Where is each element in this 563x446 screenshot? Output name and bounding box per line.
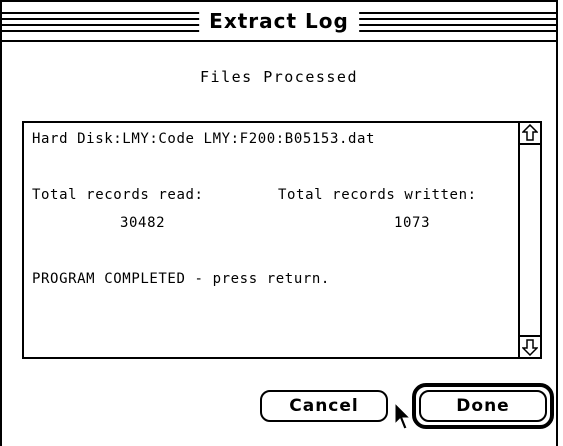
log-text-area[interactable]: Hard Disk:LMY:Code LMY:F200:B05153.dat T…	[22, 121, 542, 359]
up-arrow-icon	[522, 124, 538, 141]
title-bar[interactable]: Extract Log	[2, 0, 556, 42]
done-button[interactable]: Done	[419, 390, 547, 422]
file-path-text: Hard Disk:LMY:Code LMY:F200:B05153.dat	[32, 131, 376, 147]
records-written-value: 1073	[394, 215, 431, 231]
window-title: Extract Log	[199, 2, 359, 40]
cancel-button[interactable]: Cancel	[260, 390, 388, 422]
vertical-scrollbar[interactable]	[518, 123, 540, 357]
records-read-label: Total records read:	[32, 187, 204, 203]
records-written-label: Total records written:	[278, 187, 477, 203]
scroll-up-button[interactable]	[520, 123, 540, 145]
log-content: Hard Disk:LMY:Code LMY:F200:B05153.dat T…	[24, 123, 516, 357]
records-read-value: 30482	[120, 215, 166, 231]
mouse-pointer-icon	[394, 402, 412, 430]
scroll-down-button[interactable]	[520, 335, 540, 357]
files-processed-heading: Files Processed	[200, 68, 358, 86]
extract-log-window: Extract Log Files Processed Hard Disk:LM…	[0, 0, 558, 446]
down-arrow-icon	[522, 339, 538, 356]
status-message: PROGRAM COMPLETED - press return.	[32, 271, 330, 287]
